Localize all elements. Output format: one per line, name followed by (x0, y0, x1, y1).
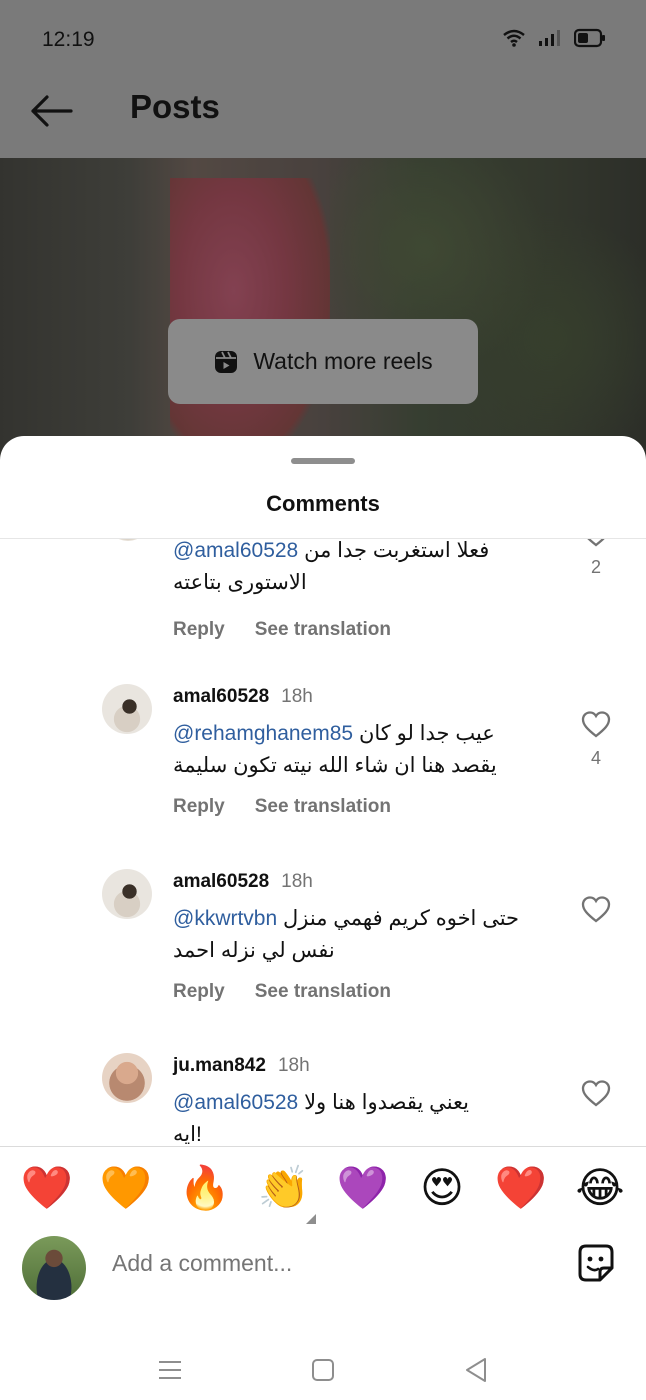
comment-username[interactable]: amal60528 (173, 686, 269, 708)
heart-outline-icon[interactable] (581, 539, 611, 547)
comment-input[interactable] (112, 1250, 532, 1277)
comment-text: @kkwrtvbn حتى اخوه كريم فهمي منزل نفس لي… (173, 907, 520, 962)
watch-more-label: Watch more reels (253, 348, 433, 374)
system-nav-bar (0, 1336, 646, 1400)
comment-text: @amal60528 فعلا استغربت جدا من الاستورى … (173, 539, 490, 594)
reply-button[interactable]: Reply (173, 981, 225, 1003)
emoji-purple-heart[interactable]: 💜 (335, 1160, 391, 1216)
sticker-button[interactable] (574, 1242, 618, 1286)
nav-home-button[interactable] (303, 1350, 343, 1390)
comment-time: 18h (277, 1055, 310, 1076)
signal-icon (539, 30, 560, 46)
wifi-icon (503, 29, 525, 47)
page-title: Posts (130, 88, 220, 125)
back-triangle-icon (466, 1358, 486, 1382)
back-button[interactable] (26, 86, 76, 136)
heart-outline-icon[interactable] (581, 895, 611, 923)
avatar[interactable] (102, 1053, 152, 1103)
reply-button[interactable]: Reply (173, 619, 225, 641)
see-translation-button[interactable]: See translation (255, 619, 391, 641)
comment-time: 18h (281, 871, 313, 892)
emoji-reaction-bar: ❤️ 🧡 🔥 👏 💜 😍 ❤️ 😂 (0, 1160, 646, 1224)
status-bar: 12:19 (0, 0, 646, 80)
mention-link[interactable]: @amal60528 (173, 1091, 298, 1114)
post-background: 12:19 Posts Watch more reels (0, 0, 646, 460)
divider (0, 1146, 646, 1147)
avatar[interactable] (102, 684, 152, 734)
like-count: 2 (590, 557, 601, 577)
watch-more-reels-button[interactable]: Watch more reels (168, 319, 478, 404)
mention-link[interactable]: @amal60528 (173, 539, 298, 562)
see-translation-button[interactable]: See translation (255, 981, 391, 1003)
sheet-drag-handle[interactable] (291, 458, 355, 464)
heart-outline-icon[interactable] (581, 1079, 611, 1107)
avatar[interactable] (106, 539, 150, 541)
emoji-fire[interactable]: 🔥 (177, 1160, 233, 1216)
comments-list[interactable]: @amal60528 فعلا استغربت جدا من الاستورى … (0, 539, 646, 1146)
app-header: Posts (0, 80, 646, 158)
mention-link[interactable]: @kkwrtvbn (173, 907, 277, 930)
home-square-icon (312, 1359, 334, 1381)
nav-menu-button[interactable] (150, 1350, 190, 1390)
emoji-red-heart-2[interactable]: ❤️ (493, 1160, 549, 1216)
my-avatar (22, 1236, 86, 1300)
see-translation-button[interactable]: See translation (255, 796, 391, 818)
comment-composer (0, 1232, 646, 1306)
mention-link[interactable]: @rehamghanem85 (173, 722, 353, 745)
reply-button[interactable]: Reply (173, 796, 225, 818)
emoji-heart-eyes[interactable]: 😍 (414, 1160, 470, 1216)
heart-outline-icon[interactable] (581, 710, 611, 738)
skin-tone-indicator-icon (306, 1214, 316, 1224)
comment-text: @rehamghanem85 عيب جدا لو كان يقصد هنا ا… (173, 722, 497, 777)
emoji-orange-heart[interactable]: 🧡 (98, 1160, 154, 1216)
comment-username[interactable]: ju.man842 (173, 1055, 266, 1077)
comment-time: 18h (281, 686, 313, 707)
status-time: 12:19 (42, 28, 95, 51)
sticker-icon (578, 1244, 614, 1282)
comments-sheet: Comments @amal60528 فعلا استغربت جدا من … (0, 436, 646, 1400)
nav-back-button[interactable] (456, 1350, 496, 1390)
like-count: 4 (590, 748, 601, 768)
battery-icon (574, 28, 605, 48)
emoji-red-heart[interactable]: ❤️ (19, 1160, 75, 1216)
menu-icon (159, 1361, 181, 1379)
avatar[interactable] (102, 869, 152, 919)
back-arrow-icon (31, 95, 73, 127)
post-photo (0, 158, 646, 460)
sheet-title: Comments (266, 491, 380, 516)
emoji-clapping[interactable]: 👏 (256, 1160, 312, 1216)
emoji-laughing[interactable]: 😂 (572, 1160, 628, 1216)
comment-text: @amal60528 يعني يقصدوا هنا ولا ايه! (173, 1091, 470, 1146)
reels-icon (215, 350, 238, 373)
comment-username[interactable]: amal60528 (173, 871, 269, 893)
